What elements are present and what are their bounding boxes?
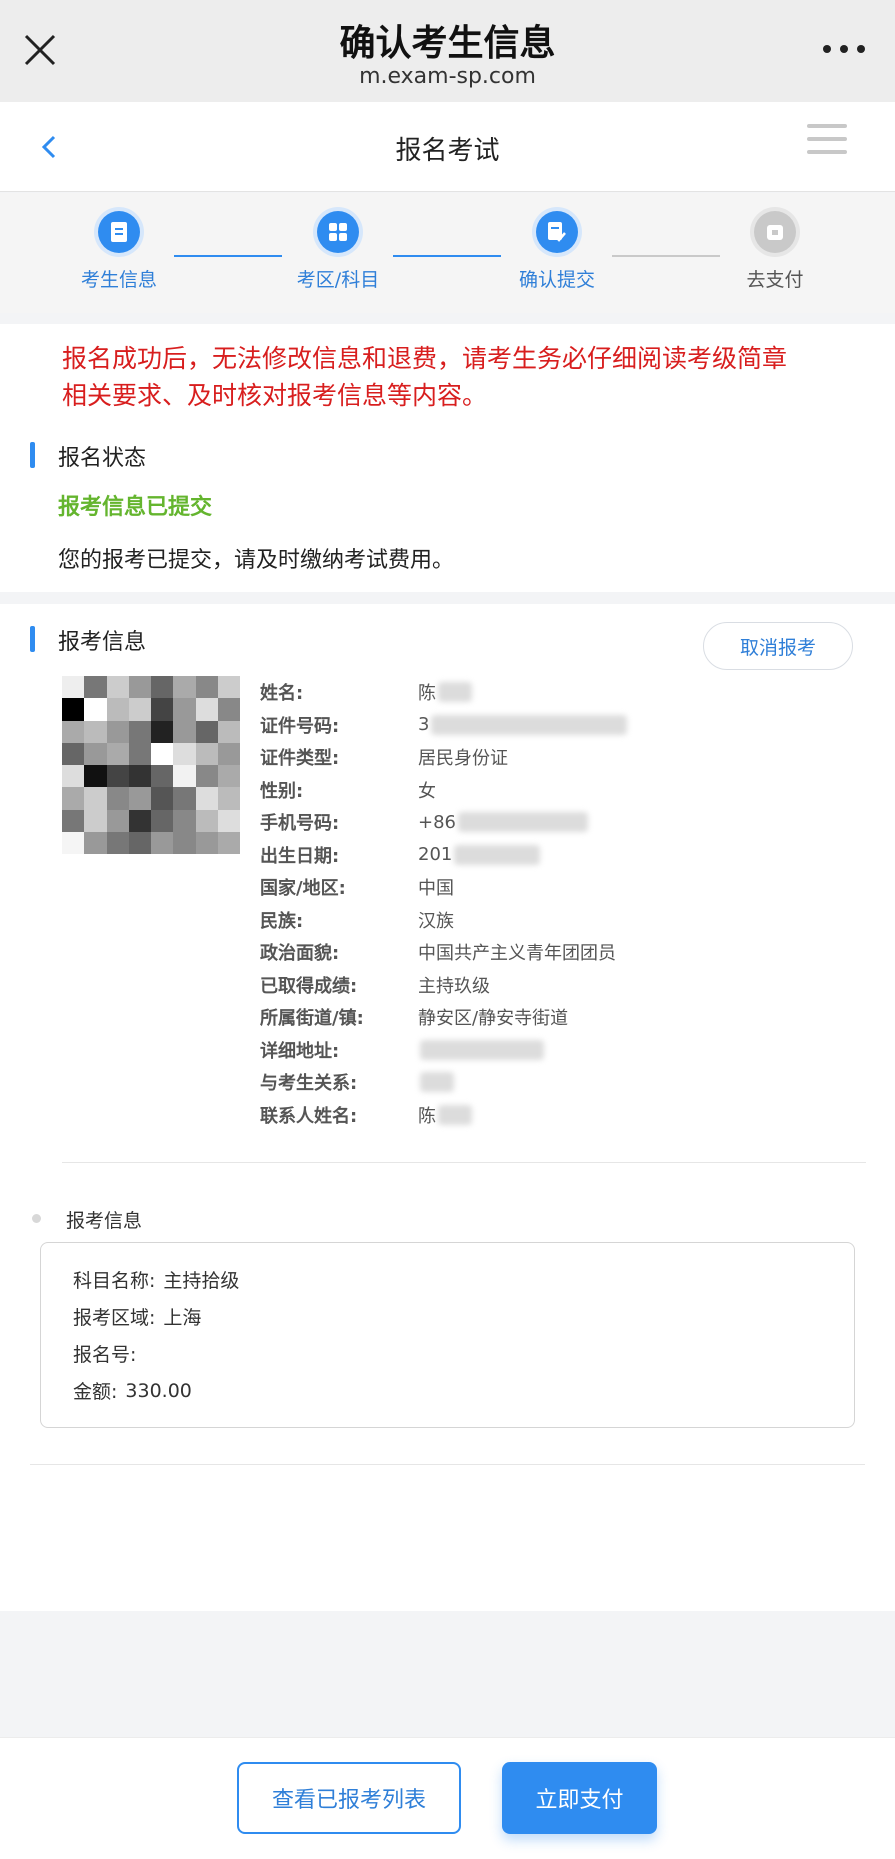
- field-value: 中国: [418, 878, 454, 900]
- field-row: 证件号码: 3: [260, 709, 860, 742]
- registration-info-card: 报考信息 取消报考 姓名: 陈 证件号码: 3 证件类型: 居民身份证 性别: 女 手机…: [0, 604, 895, 1611]
- applicant-photo: [62, 676, 240, 854]
- redacted-value: [458, 812, 588, 833]
- document-icon: [98, 211, 140, 253]
- field-row: 联系人姓名: 陈: [260, 1099, 860, 1132]
- subject-number-row: 报名号:: [73, 1344, 137, 1366]
- field-label: 联系人姓名:: [260, 1105, 358, 1127]
- step-area-subject: 考区/科目: [263, 211, 413, 292]
- redacted-value: [420, 1039, 544, 1060]
- field-value: 静安区/静安寺街道: [418, 1008, 569, 1030]
- field-label: 所属街道/镇:: [260, 1008, 364, 1030]
- field-label: 民族:: [260, 910, 304, 932]
- step-label: 确认提交: [518, 269, 595, 291]
- edit-document-icon: [536, 211, 578, 253]
- subject-section-title: 报考信息: [30, 1206, 142, 1233]
- field-row: 证件类型: 居民身份证: [260, 741, 860, 774]
- field-value: 女: [418, 780, 436, 802]
- field-label: 详细地址:: [260, 1040, 340, 1062]
- field-value: 主持玖级: [418, 975, 490, 997]
- field-value: +86: [418, 811, 456, 833]
- redacted-value: [431, 714, 628, 735]
- field-label: 性别:: [260, 780, 304, 802]
- field-value: 陈: [418, 683, 436, 705]
- cancel-registration-button[interactable]: 取消报考: [703, 622, 853, 670]
- status-message: 您的报考已提交，请及时缴纳考试费用。: [58, 548, 455, 573]
- menu-icon[interactable]: [807, 124, 847, 156]
- step-label: 考生信息: [80, 269, 157, 291]
- pay-now-button[interactable]: 立即支付: [502, 1762, 657, 1834]
- page-title: 报名考试: [395, 136, 500, 166]
- field-value: 201: [418, 844, 453, 866]
- browser-title: 确认考生信息: [339, 23, 556, 64]
- step-label: 去支付: [746, 269, 804, 291]
- field-row: 出生日期: 201: [260, 839, 860, 872]
- field-label: 政治面貌:: [260, 943, 340, 965]
- divider: [62, 1162, 866, 1163]
- info-fields: 姓名: 陈 证件号码: 3 证件类型: 居民身份证 性别: 女 手机号码: +86 出生日…: [260, 676, 860, 1131]
- field-label: 证件号码:: [260, 715, 340, 737]
- grid-icon: [317, 211, 359, 253]
- field-label: 证件类型:: [260, 748, 340, 770]
- field-row: 已取得成绩: 主持玖级: [260, 969, 860, 1002]
- field-row: 详细地址:: [260, 1034, 860, 1067]
- field-row: 性别: 女: [260, 774, 860, 807]
- browser-bar: 确认考生信息 m.exam-sp.com: [0, 0, 895, 102]
- subject-area: 上海: [163, 1307, 202, 1329]
- field-row: 手机号码: +86: [260, 806, 860, 839]
- subject-amount-row: 金额: 330.00: [73, 1379, 192, 1404]
- view-registrations-button[interactable]: 查看已报考列表: [237, 1762, 461, 1834]
- redacted-value: [454, 844, 541, 865]
- status-badge: 报考信息已提交: [58, 495, 213, 520]
- warning-notice: 报名成功后，无法修改信息和退费，请考生务必仔细阅读考级简章 相关要求、及时核对报…: [62, 344, 788, 410]
- info-section-title: 报考信息: [30, 624, 146, 656]
- more-icon[interactable]: [823, 42, 865, 56]
- redacted-value: [420, 1072, 454, 1093]
- field-row: 民族: 汉族: [260, 904, 860, 937]
- wallet-icon: [754, 211, 796, 253]
- field-label: 国家/地区:: [260, 878, 346, 900]
- page-header: 报名考试: [0, 102, 895, 192]
- amount: 330.00: [125, 1379, 192, 1402]
- step-pay: 去支付: [700, 211, 850, 292]
- field-value: 居民身份证: [418, 748, 508, 770]
- redacted-value: [438, 682, 472, 703]
- field-value: 中国共产主义青年团团员: [418, 943, 616, 965]
- field-label: 出生日期:: [260, 845, 340, 867]
- browser-url: m.exam-sp.com: [359, 64, 536, 89]
- field-value: 汉族: [418, 910, 454, 932]
- subject-details: 科目名称: 主持拾级 报考区域: 上海 报名号: 金额: 330.00: [40, 1242, 855, 1428]
- field-value: 3: [418, 714, 430, 736]
- step-confirm-submit: 确认提交: [482, 211, 632, 292]
- status-section-title: 报名状态: [30, 440, 146, 472]
- step-student-info: 考生信息: [44, 211, 194, 292]
- field-row: 姓名: 陈: [260, 676, 860, 709]
- field-label: 与考生关系:: [260, 1073, 358, 1095]
- field-label: 手机号码:: [260, 813, 340, 835]
- status-card: 报名成功后，无法修改信息和退费，请考生务必仔细阅读考级简章 相关要求、及时核对报…: [0, 324, 895, 592]
- subject-area-row: 报考区域: 上海: [73, 1298, 822, 1335]
- subject-name: 主持拾级: [163, 1270, 240, 1292]
- progress-stepper: 考生信息 考区/科目 确认提交 去支付: [0, 193, 895, 313]
- bottom-action-bar: 查看已报考列表 立即支付: [0, 1737, 895, 1859]
- field-value: 陈: [418, 1105, 436, 1127]
- field-row: 所属街道/镇: 静安区/静安寺街道: [260, 1001, 860, 1034]
- field-row: 与考生关系:: [260, 1066, 860, 1099]
- field-row: 政治面貌: 中国共产主义青年团团员: [260, 936, 860, 969]
- step-label: 考区/科目: [296, 269, 380, 291]
- redacted-value: [438, 1104, 472, 1125]
- field-label: 姓名:: [260, 683, 304, 705]
- field-row: 国家/地区: 中国: [260, 871, 860, 904]
- field-label: 已取得成绩:: [260, 975, 358, 997]
- divider: [30, 1464, 865, 1465]
- subject-name-row: 科目名称: 主持拾级: [73, 1261, 822, 1298]
